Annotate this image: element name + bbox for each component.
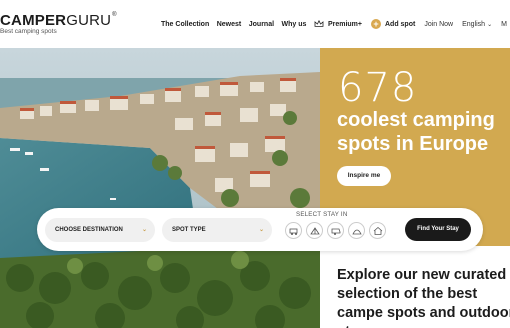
logo-accent: GURU <box>66 12 112 29</box>
language-label: English <box>462 20 486 28</box>
nav-the-collection[interactable]: The Collection <box>161 21 209 28</box>
tagline: Best camping spots <box>0 28 57 35</box>
find-your-stay-button[interactable]: Find Your Stay <box>405 218 471 241</box>
plus-icon: + <box>370 19 381 29</box>
glamping-icon <box>351 229 362 234</box>
coastal-town-image <box>0 48 320 328</box>
explore-heading: Explore our new curated selection of the… <box>337 267 510 328</box>
chevron-down-icon: ⌄ <box>487 21 493 28</box>
camper-icon <box>289 228 297 235</box>
add-spot-label: Add spot <box>384 20 416 28</box>
spot-type-select[interactable]: SPOT TYPE ⌄ <box>162 218 272 242</box>
chevron-down-icon: ⌄ <box>141 227 147 233</box>
hero-title: coolest camping spots in Europe <box>337 109 495 155</box>
inspire-me-button[interactable]: Inspire me <box>337 166 391 186</box>
stay-option-house[interactable] <box>369 222 386 239</box>
premium-label: Premium+ <box>327 20 362 28</box>
language-select[interactable]: English ⌄ <box>462 21 492 28</box>
stay-type-options <box>285 222 390 239</box>
add-spot-button[interactable]: + Add spot <box>370 19 416 29</box>
caravan-icon <box>331 228 340 235</box>
stay-in-label: SELECT STAY IN <box>296 211 348 218</box>
spot-type-label: SPOT TYPE <box>172 227 206 233</box>
nav-why-us[interactable]: Why us <box>282 21 307 28</box>
main-nav: The Collection Newest Journal Why us Pre… <box>161 19 507 29</box>
stay-option-camper[interactable] <box>285 222 302 239</box>
destination-label: CHOOSE DESTINATION <box>55 227 123 233</box>
house-icon <box>373 226 382 235</box>
nav-newest[interactable]: Newest <box>217 21 242 28</box>
stay-option-glamping[interactable] <box>348 222 365 239</box>
logo[interactable]: CAMPERGURU® <box>0 12 117 29</box>
destination-select[interactable]: CHOOSE DESTINATION ⌄ <box>45 218 155 242</box>
logo-main: CAMPER <box>0 12 67 29</box>
site-header: CAMPERGURU® Best camping spots The Colle… <box>0 0 510 48</box>
logo-mark: ® <box>112 12 117 18</box>
nav-journal[interactable]: Journal <box>249 21 274 28</box>
hero-photo <box>0 48 320 328</box>
search-bar: CHOOSE DESTINATION ⌄ SPOT TYPE ⌄ SELECT … <box>37 208 483 251</box>
join-now-link[interactable]: Join Now <box>424 21 453 28</box>
menu-link[interactable]: M <box>501 21 507 28</box>
premium-link[interactable]: Premium+ <box>314 20 362 28</box>
spot-count: 678 <box>338 65 418 111</box>
stay-option-caravan[interactable] <box>327 222 344 239</box>
stay-option-tent[interactable] <box>306 222 323 239</box>
crown-icon <box>314 20 324 27</box>
chevron-down-icon: ⌄ <box>258 227 264 233</box>
tent-icon <box>309 226 320 234</box>
